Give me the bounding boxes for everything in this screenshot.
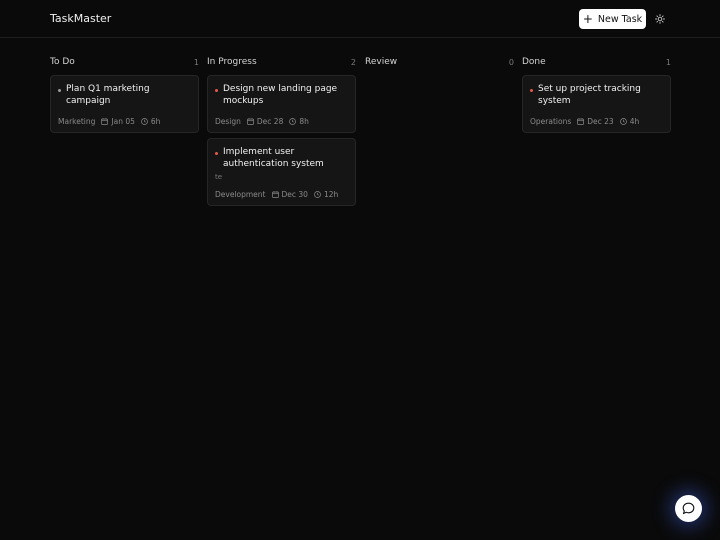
task-tag: Marketing <box>58 117 96 126</box>
task-description: te <box>215 173 223 181</box>
priority-dot <box>215 89 218 92</box>
priority-dot <box>530 89 533 92</box>
task-card[interactable]: Design new landing page mockups Design D… <box>207 75 356 133</box>
calendar-icon <box>247 118 254 125</box>
chat-button[interactable] <box>675 495 702 522</box>
task-title: Design new landing page mockups <box>223 84 338 106</box>
column-header: In Progress 2 <box>207 56 356 68</box>
sun-icon <box>655 14 665 24</box>
column-header: To Do 1 <box>50 56 199 68</box>
task-due-date: Dec 28 <box>256 117 284 126</box>
task-due-date: Jan 05 <box>111 117 135 126</box>
chat-bubble-icon <box>682 502 695 515</box>
priority-dot <box>58 89 61 92</box>
new-task-button[interactable]: + New Task <box>579 9 646 29</box>
task-title: Implement user authentication system <box>223 147 324 169</box>
task-card[interactable]: Implement user authentication system te … <box>207 138 356 206</box>
new-task-label: New Task <box>597 13 643 25</box>
column-in-progress: In Progress 2 Design new landing page mo… <box>207 56 356 211</box>
calendar-icon <box>101 118 109 125</box>
clock-icon <box>314 191 321 198</box>
column-count: 0 <box>508 57 514 67</box>
task-estimate: 12h <box>323 190 339 199</box>
task-tag: Development <box>215 190 266 199</box>
clock-icon <box>289 118 297 125</box>
task-estimate: 4h <box>629 117 640 126</box>
calendar-icon <box>577 118 585 125</box>
theme-toggle-button[interactable] <box>652 11 668 27</box>
app-title: TaskMaster <box>50 12 112 25</box>
task-due-date: Dec 23 <box>587 117 614 126</box>
task-estimate: 8h <box>299 117 309 126</box>
top-bar: TaskMaster + New Task <box>0 0 720 38</box>
clock-icon <box>141 118 148 125</box>
column-header: Done 1 <box>522 56 671 68</box>
task-tag: Operations <box>530 117 572 126</box>
plus-icon: + <box>582 11 593 26</box>
column-done: Done 1 Set up project tracking system Op… <box>522 56 671 138</box>
column-count: 1 <box>665 57 671 67</box>
task-due-date: Dec 30 <box>281 190 308 199</box>
clock-icon <box>619 118 627 125</box>
column-title: Done <box>522 57 546 67</box>
column-to-do: To Do 1 Plan Q1 marketing campaign Marke… <box>50 56 199 138</box>
column-title: To Do <box>50 57 75 67</box>
task-card[interactable]: Plan Q1 marketing campaign Marketing Jan… <box>50 75 199 133</box>
task-title: Plan Q1 marketing campaign <box>66 84 150 106</box>
column-count: 2 <box>350 57 356 67</box>
task-estimate: 6h <box>150 117 161 126</box>
column-title: Review <box>365 57 398 67</box>
task-tag: Design <box>215 117 241 126</box>
task-title: Set up project tracking system <box>538 84 641 106</box>
calendar-icon <box>271 191 279 198</box>
column-title: In Progress <box>207 57 257 67</box>
task-card[interactable]: Set up project tracking system Operation… <box>522 75 671 133</box>
column-header: Review 0 <box>365 56 514 68</box>
column-count: 1 <box>193 57 199 67</box>
column-review: Review 0 <box>365 56 514 75</box>
priority-dot <box>215 152 218 155</box>
